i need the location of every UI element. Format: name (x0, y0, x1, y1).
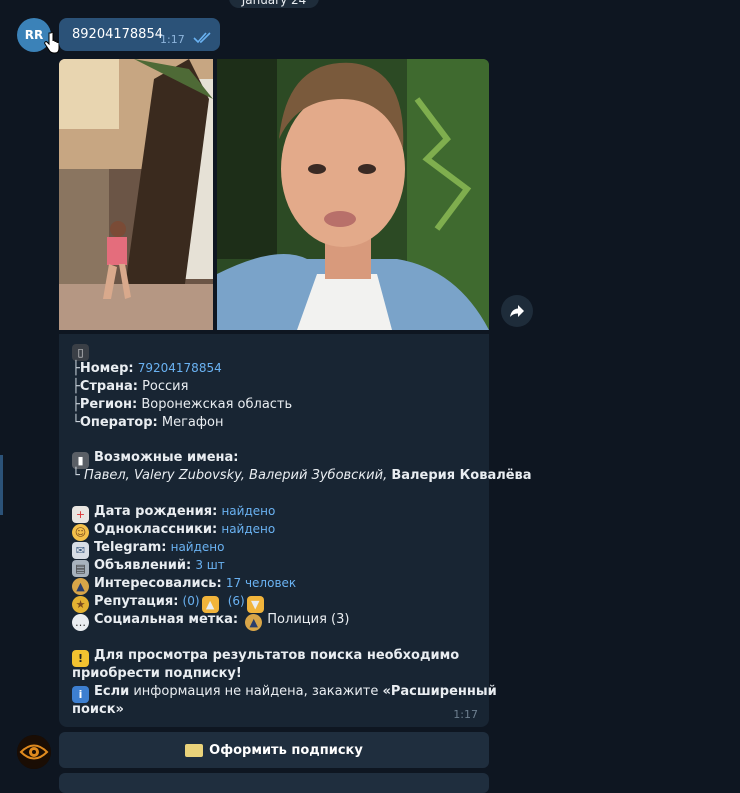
thumbs-up-icon: ▲ (201, 596, 219, 613)
photo-man-selfie[interactable] (217, 59, 489, 330)
message-time: 1:17 (453, 708, 478, 721)
query-phone-text: 89204178854 (72, 27, 163, 42)
share-button[interactable] (501, 295, 533, 327)
envelope-icon: ✉ (72, 542, 89, 559)
book-icon: ▮ (72, 452, 89, 469)
printer-icon: ▤ (72, 560, 89, 577)
eye-logo-icon (17, 735, 51, 769)
reputation-row: ★ Репутация: (0) ▲ (6) ▼ (72, 594, 269, 613)
info-icon: i (72, 686, 89, 703)
names-title: ▮ Возможные имена: (72, 450, 238, 469)
interested-row: ▲ Интересовались: 17 человек (72, 576, 296, 595)
country-row: ├Страна: Россия (72, 379, 189, 394)
warning-line: ! Для просмотра результатов поиска необхо… (72, 648, 459, 667)
date-separator: January 24 (229, 0, 319, 8)
info-line: i Если информация не найдена, закажите «Р… (72, 684, 497, 703)
thumbs-down-icon: ▼ (246, 596, 264, 613)
info-line-2: поиск» (72, 702, 124, 717)
warning-line-2: приобрести подписку! (72, 666, 242, 681)
mobile-phone-icon: ▯ (72, 342, 94, 361)
photo-woman-interior[interactable] (59, 59, 213, 330)
medal-icon: ★ (72, 596, 89, 613)
number-row: ├Номер: 79204178854 (72, 361, 222, 376)
person-face-icon: ☺ (72, 524, 89, 541)
query-message[interactable]: 89204178854 1:17 (59, 18, 220, 51)
operator-row: └Оператор: Мегафон (72, 415, 224, 430)
police-officer-icon: ▲ (245, 614, 263, 631)
classmates-row: ☺ Одноклассники: найдено (72, 522, 275, 541)
region-row: ├Регион: Воронежская область (72, 397, 293, 412)
names-list: └ Павел, Valery Zubovsky, Валерий Зубовс… (72, 468, 532, 483)
hospital-icon: + (72, 506, 89, 523)
ads-row: ▤ Объявлений: 3 шт (72, 558, 225, 577)
number-link[interactable]: 79204178854 (138, 361, 222, 375)
subscribe-label: Оформить подписку (209, 742, 363, 758)
credit-card-icon (185, 743, 204, 757)
bot-avatar[interactable] (17, 735, 51, 769)
speech-bubble-icon: … (72, 614, 89, 631)
social-row: … Социальная метка: ▲ Полиция (3) (72, 612, 349, 631)
birth-row: + Дата рождения: найдено (72, 504, 275, 523)
message-time: 1:17 (160, 33, 185, 46)
double-check-icon (193, 32, 211, 44)
subscribe-button[interactable]: Оформить подписку (59, 732, 489, 768)
search-result-message: ▯ ├Номер: 79204178854 ├Страна: Россия ├Р… (59, 334, 532, 727)
police-officer-icon: ▲ (72, 578, 89, 595)
hand-cursor-icon (44, 32, 60, 54)
share-arrow-icon (510, 305, 524, 317)
scroll-indicator (0, 455, 3, 515)
telegram-row: ✉ Telegram: найдено (72, 540, 224, 559)
next-inline-button[interactable] (59, 773, 489, 793)
warning-icon: ! (72, 650, 89, 667)
